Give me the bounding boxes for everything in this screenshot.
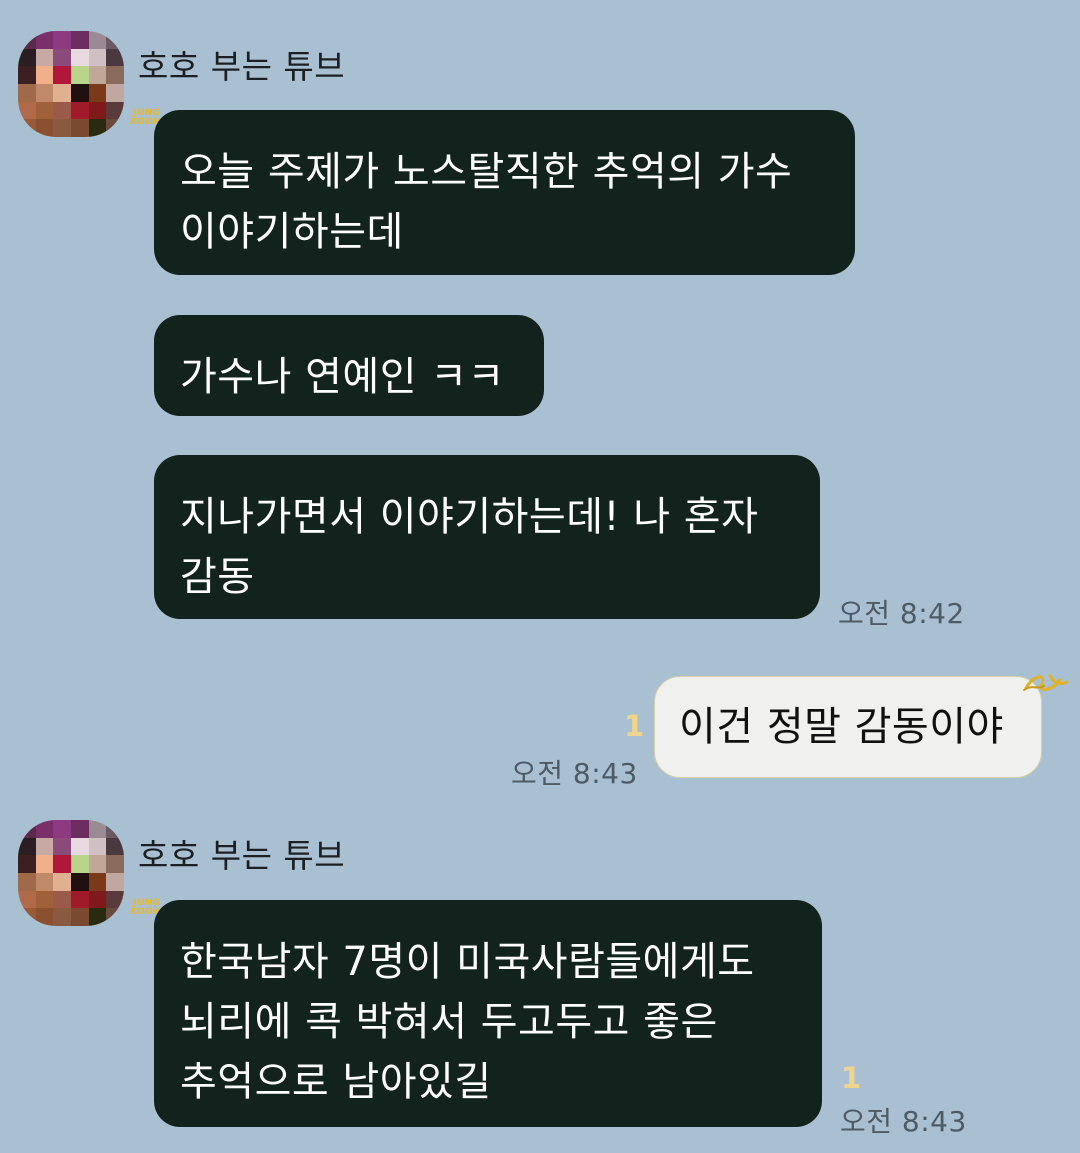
message-text: 오늘 주제가 노스탈직한 추억의 가수: [180, 149, 793, 195]
my-message-bubble[interactable]: 이건 정말 감동이야: [654, 676, 1042, 778]
message-text: 이야기하는데: [180, 209, 404, 255]
message-timestamp: 오전 8:43: [840, 1105, 967, 1138]
message-bubble[interactable]: 한국남자 7명이 미국사람들에게도 뇌리에 콕 박혀서 두고두고 좋은 추억으로…: [154, 900, 822, 1127]
message-text: 이건 정말 감동이야: [679, 704, 1004, 750]
avatar[interactable]: [18, 31, 124, 137]
sender-name: 호호 부는 튜브: [138, 47, 346, 86]
message-bubble[interactable]: 오늘 주제가 노스탈직한 추억의 가수 이야기하는데: [154, 110, 855, 275]
unread-count: 1: [624, 709, 645, 743]
message-timestamp: 오전 8:42: [838, 597, 965, 630]
message-bubble[interactable]: 가수나 연예인 ㅋㅋ: [154, 315, 544, 416]
gold-ribbon-icon: [1023, 674, 1069, 691]
message-timestamp: 오전 8:43: [511, 757, 638, 790]
message-text: 추억으로 남아있길: [180, 1059, 492, 1105]
sender-name: 호호 부는 튜브: [138, 836, 346, 875]
message-bubble[interactable]: 지나가면서 이야기하는데! 나 혼자 감동: [154, 455, 820, 619]
avatar[interactable]: [18, 820, 124, 926]
message-text: 한국남자 7명이 미국사람들에게도: [180, 939, 755, 985]
message-text: 감동: [180, 554, 255, 600]
message-text: 뇌리에 콕 박혀서 두고두고 좋은: [180, 999, 718, 1045]
message-text: 지나가면서 이야기하는데! 나 혼자: [180, 494, 759, 540]
message-text: 가수나 연예인 ㅋㅋ: [180, 354, 505, 400]
unread-count: 1: [841, 1061, 862, 1095]
